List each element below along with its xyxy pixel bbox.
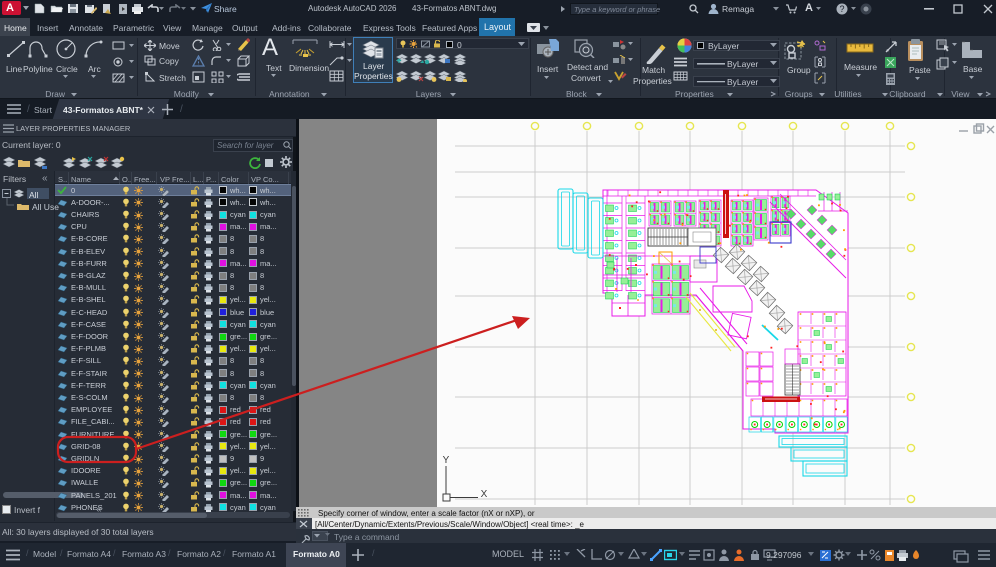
svg-text:Y: Y (443, 455, 450, 466)
svg-text:X: X (481, 489, 488, 500)
svg-text:?: ? (839, 4, 844, 14)
